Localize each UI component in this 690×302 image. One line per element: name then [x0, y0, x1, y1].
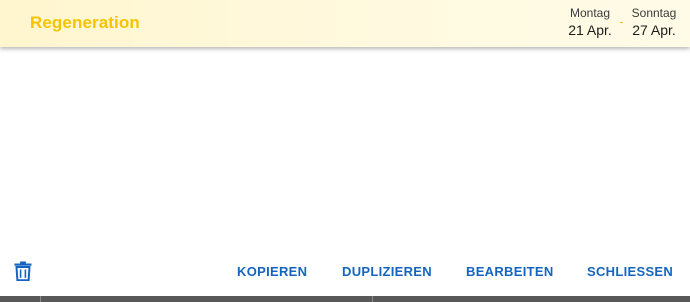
start-day: 21 Apr. — [568, 22, 612, 38]
date-separator — [620, 22, 623, 23]
close-button[interactable]: SCHLIESSEN — [587, 264, 673, 280]
delete-button[interactable] — [12, 261, 34, 285]
end-day: 27 Apr. — [632, 22, 676, 38]
end-weekday: Sonntag — [631, 6, 677, 20]
start-weekday: Montag — [569, 6, 611, 20]
background-strip — [0, 296, 690, 302]
strip-divider — [372, 296, 373, 302]
dialog: Regeneration Montag 21 Apr. Sonntag 27 A… — [0, 0, 690, 302]
end-date: Sonntag 27 Apr. — [628, 6, 680, 39]
strip-divider — [40, 296, 41, 302]
dialog-content — [0, 47, 690, 250]
dialog-header: Regeneration Montag 21 Apr. Sonntag 27 A… — [0, 0, 690, 47]
copy-button[interactable]: KOPIEREN — [237, 264, 307, 280]
duplicate-button[interactable]: DUPLIZIEREN — [342, 264, 432, 280]
trash-icon — [14, 261, 32, 286]
page-title: Regeneration — [30, 13, 140, 32]
edit-button[interactable]: BEARBEITEN — [466, 264, 554, 280]
action-bar: KOPIEREN DUPLIZIEREN BEARBEITEN SCHLIESS… — [0, 250, 690, 296]
start-date: Montag 21 Apr. — [566, 6, 614, 39]
